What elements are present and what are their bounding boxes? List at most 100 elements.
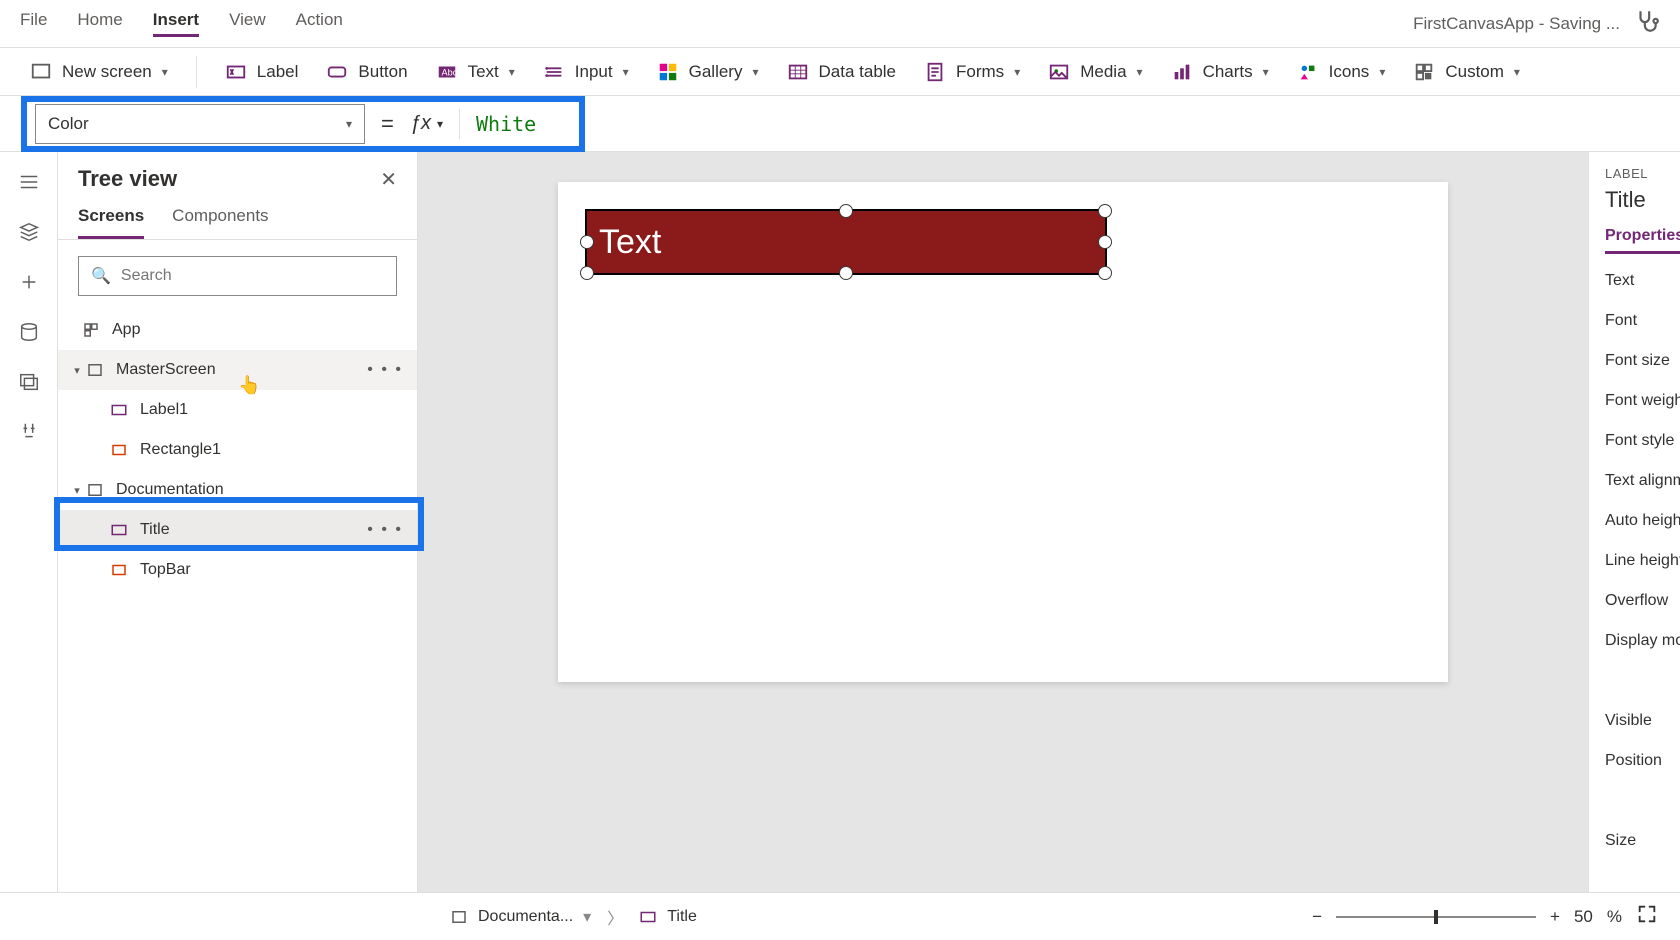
insert-label-button[interactable]: Label (225, 61, 299, 83)
control-name[interactable]: Title (1605, 187, 1680, 213)
insert-custom-button[interactable]: Custom▾ (1413, 61, 1520, 83)
formula-input[interactable]: White (476, 112, 536, 136)
icons-icon (1297, 61, 1319, 83)
menu-view[interactable]: View (229, 10, 266, 37)
zoom-slider[interactable] (1336, 916, 1536, 918)
tab-properties[interactable]: Properties (1605, 227, 1680, 254)
left-rail (0, 152, 58, 892)
custom-icon (1413, 61, 1435, 83)
fit-to-window-icon[interactable] (1636, 903, 1658, 930)
prop-text[interactable]: Text (1605, 272, 1680, 290)
tab-screens[interactable]: Screens (78, 206, 144, 239)
chevron-down-icon[interactable]: ▾ (68, 484, 86, 497)
tree-documentation[interactable]: ▾ Documentation (58, 470, 417, 510)
prop-font-style[interactable]: Font style (1605, 432, 1680, 450)
search-input[interactable] (121, 267, 384, 285)
tree-topbar[interactable]: TopBar (58, 550, 417, 590)
prop-line-height[interactable]: Line height (1605, 552, 1680, 570)
tree-label1[interactable]: Label1 (58, 390, 417, 430)
prop-spacer (1605, 872, 1680, 890)
text-icon: Abc (436, 61, 458, 83)
prop-size[interactable]: Size (1605, 832, 1680, 850)
canvas-title-control[interactable]: Text (585, 209, 1107, 275)
formula-bar: Color ▾ = ƒx ▾ White (0, 96, 1680, 152)
resize-handle[interactable] (580, 235, 594, 249)
media-rail-icon[interactable] (17, 370, 41, 394)
zoom-in-button[interactable]: + (1550, 907, 1560, 927)
close-icon[interactable]: ✕ (380, 167, 397, 192)
mouse-cursor-icon: 👆 (238, 375, 260, 396)
input-icon (543, 61, 565, 83)
forms-icon (924, 61, 946, 83)
insert-media-button[interactable]: Media▾ (1048, 61, 1142, 83)
resize-handle[interactable] (839, 266, 853, 280)
tab-components[interactable]: Components (172, 206, 268, 239)
fx-button[interactable]: ƒx ▾ (410, 112, 443, 135)
prop-text-align[interactable]: Text alignme (1605, 472, 1680, 490)
prop-visible[interactable]: Visible (1605, 712, 1680, 730)
chevron-down-icon[interactable]: ▾ (583, 907, 591, 927)
zoom-out-button[interactable]: − (1312, 907, 1322, 927)
app-icon (82, 321, 104, 339)
resize-handle[interactable] (1098, 266, 1112, 280)
prop-font-weight[interactable]: Font weight (1605, 392, 1680, 410)
tree-view-icon[interactable] (17, 220, 41, 244)
insert-gallery-button[interactable]: Gallery▾ (657, 61, 759, 83)
bottom-bar: Documenta... ▾ 〉 Title − + 50 % (0, 892, 1680, 940)
canvas-area[interactable]: Text (418, 152, 1588, 892)
prop-spacer (1605, 672, 1680, 690)
resize-handle[interactable] (839, 204, 853, 218)
menu-home[interactable]: Home (77, 10, 122, 37)
resize-handle[interactable] (1098, 204, 1112, 218)
resize-handle[interactable] (1098, 235, 1112, 249)
label-icon (110, 401, 132, 419)
tree-title[interactable]: Title • • • (58, 510, 417, 550)
insert-text-button[interactable]: Abc Text▾ (436, 61, 515, 83)
prop-position[interactable]: Position (1605, 752, 1680, 770)
more-icon[interactable]: • • • (367, 361, 403, 379)
advanced-tools-icon[interactable] (17, 420, 41, 444)
charts-icon (1171, 61, 1193, 83)
hamburger-icon[interactable] (17, 170, 41, 194)
prop-font-size[interactable]: Font size (1605, 352, 1680, 370)
media-icon (1048, 61, 1070, 83)
resize-handle[interactable] (580, 266, 594, 280)
menu-insert[interactable]: Insert (153, 10, 199, 37)
menu-file[interactable]: File (20, 10, 47, 37)
app-checker-icon[interactable] (1634, 8, 1660, 39)
tree-search[interactable]: 🔍 (78, 256, 397, 296)
breadcrumb[interactable]: Documenta... ▾ 〉 Title (450, 905, 697, 929)
prop-display-mode[interactable]: Display mod (1605, 632, 1680, 650)
prop-auto-height[interactable]: Auto height (1605, 512, 1680, 530)
insert-forms-button[interactable]: Forms▾ (924, 61, 1020, 83)
more-icon[interactable]: • • • (367, 521, 403, 539)
tree-rectangle1[interactable]: Rectangle1 (58, 430, 417, 470)
canvas-screen[interactable]: Text (558, 182, 1448, 682)
screen-icon (86, 361, 108, 379)
data-icon[interactable] (17, 320, 41, 344)
button-icon (326, 61, 348, 83)
zoom-value: 50 (1574, 907, 1593, 927)
properties-panel: Label Title Properties Text Font Font si… (1588, 152, 1680, 892)
insert-icons-button[interactable]: Icons▾ (1297, 61, 1386, 83)
label-icon (225, 61, 247, 83)
new-screen-icon (30, 61, 52, 83)
tree-view-title: Tree view (78, 166, 177, 192)
insert-charts-button[interactable]: Charts▾ (1171, 61, 1269, 83)
insert-button-button[interactable]: Button (326, 61, 407, 83)
prop-font[interactable]: Font (1605, 312, 1680, 330)
label-icon (110, 521, 132, 539)
insert-datatable-button[interactable]: Data table (787, 61, 897, 83)
rectangle-icon (110, 561, 132, 579)
screen-icon (86, 481, 108, 499)
menu-action[interactable]: Action (296, 10, 343, 37)
rectangle-icon (110, 441, 132, 459)
new-screen-button[interactable]: New screen▾ (30, 61, 168, 83)
property-selector[interactable]: Color ▾ (35, 104, 365, 144)
insert-input-button[interactable]: Input▾ (543, 61, 629, 83)
insert-rail-icon[interactable] (17, 270, 41, 294)
chevron-down-icon[interactable]: ▾ (68, 364, 86, 377)
gallery-icon (657, 61, 679, 83)
prop-overflow[interactable]: Overflow (1605, 592, 1680, 610)
tree-app[interactable]: App (58, 310, 417, 350)
